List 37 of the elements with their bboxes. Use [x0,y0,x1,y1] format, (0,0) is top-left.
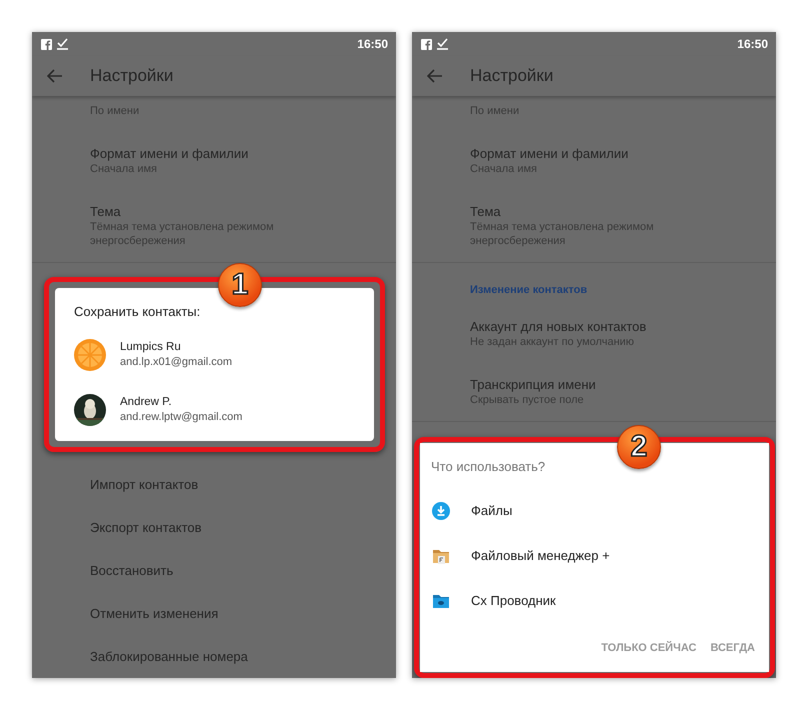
setting-title[interactable]: Импорт контактов [90,476,338,492]
step-number: 2 [617,425,661,469]
setting-title[interactable]: Тема [470,204,718,220]
dialog-title: Что использовать? [431,459,546,474]
status-time: 16:50 [357,37,388,51]
account-email: and.rew.lptw@gmail.com [120,410,242,425]
setting-title[interactable]: Транскрипция имени [470,377,718,393]
section-header: Изменение контактов [469,283,588,298]
facebook-icon [41,38,52,50]
checkmark-icon [437,38,448,50]
back-arrow-icon [47,69,63,83]
setting-title[interactable]: Тема [90,204,338,220]
account-name: Andrew P. [120,395,173,410]
setting-title[interactable]: Отменить изменения [90,606,338,622]
setting-title[interactable]: Аккаунт для новых контактов [470,319,718,335]
account-name: Lumpics Ru [120,340,182,355]
back-arrow-icon [427,69,443,83]
account-email: and.lp.x01@gmail.com [120,355,232,370]
account-item[interactable]: Andrew P. and.rew.lptw@gmail.com [74,382,374,437]
app-option[interactable]: Файловый менеджер + [432,533,769,578]
dialog-title: Сохранить контакты: [74,304,202,319]
setting-title[interactable]: Экспорт контактов [90,520,338,536]
setting-title[interactable]: Формат имени и фамилии [470,146,718,162]
setting-title[interactable]: Формат имени и фамилии [90,146,338,162]
setting-title[interactable]: Восстановить [90,562,338,578]
checkmark-icon [57,38,68,50]
fruit-slice-icon [74,338,106,370]
screen-title: Настройки [90,66,174,86]
setting-title[interactable]: Заблокированные номера [90,648,338,664]
app-option[interactable]: Cx Проводник [432,578,769,623]
facebook-icon [421,38,432,50]
account-item[interactable]: Lumpics Ru and.lp.x01@gmail.com [74,327,374,382]
app-option[interactable]: Файлы [432,488,769,533]
screen-title: Настройки [470,66,554,86]
download-icon [432,502,450,520]
status-time: 16:50 [737,37,768,51]
step-number: 1 [218,263,262,307]
